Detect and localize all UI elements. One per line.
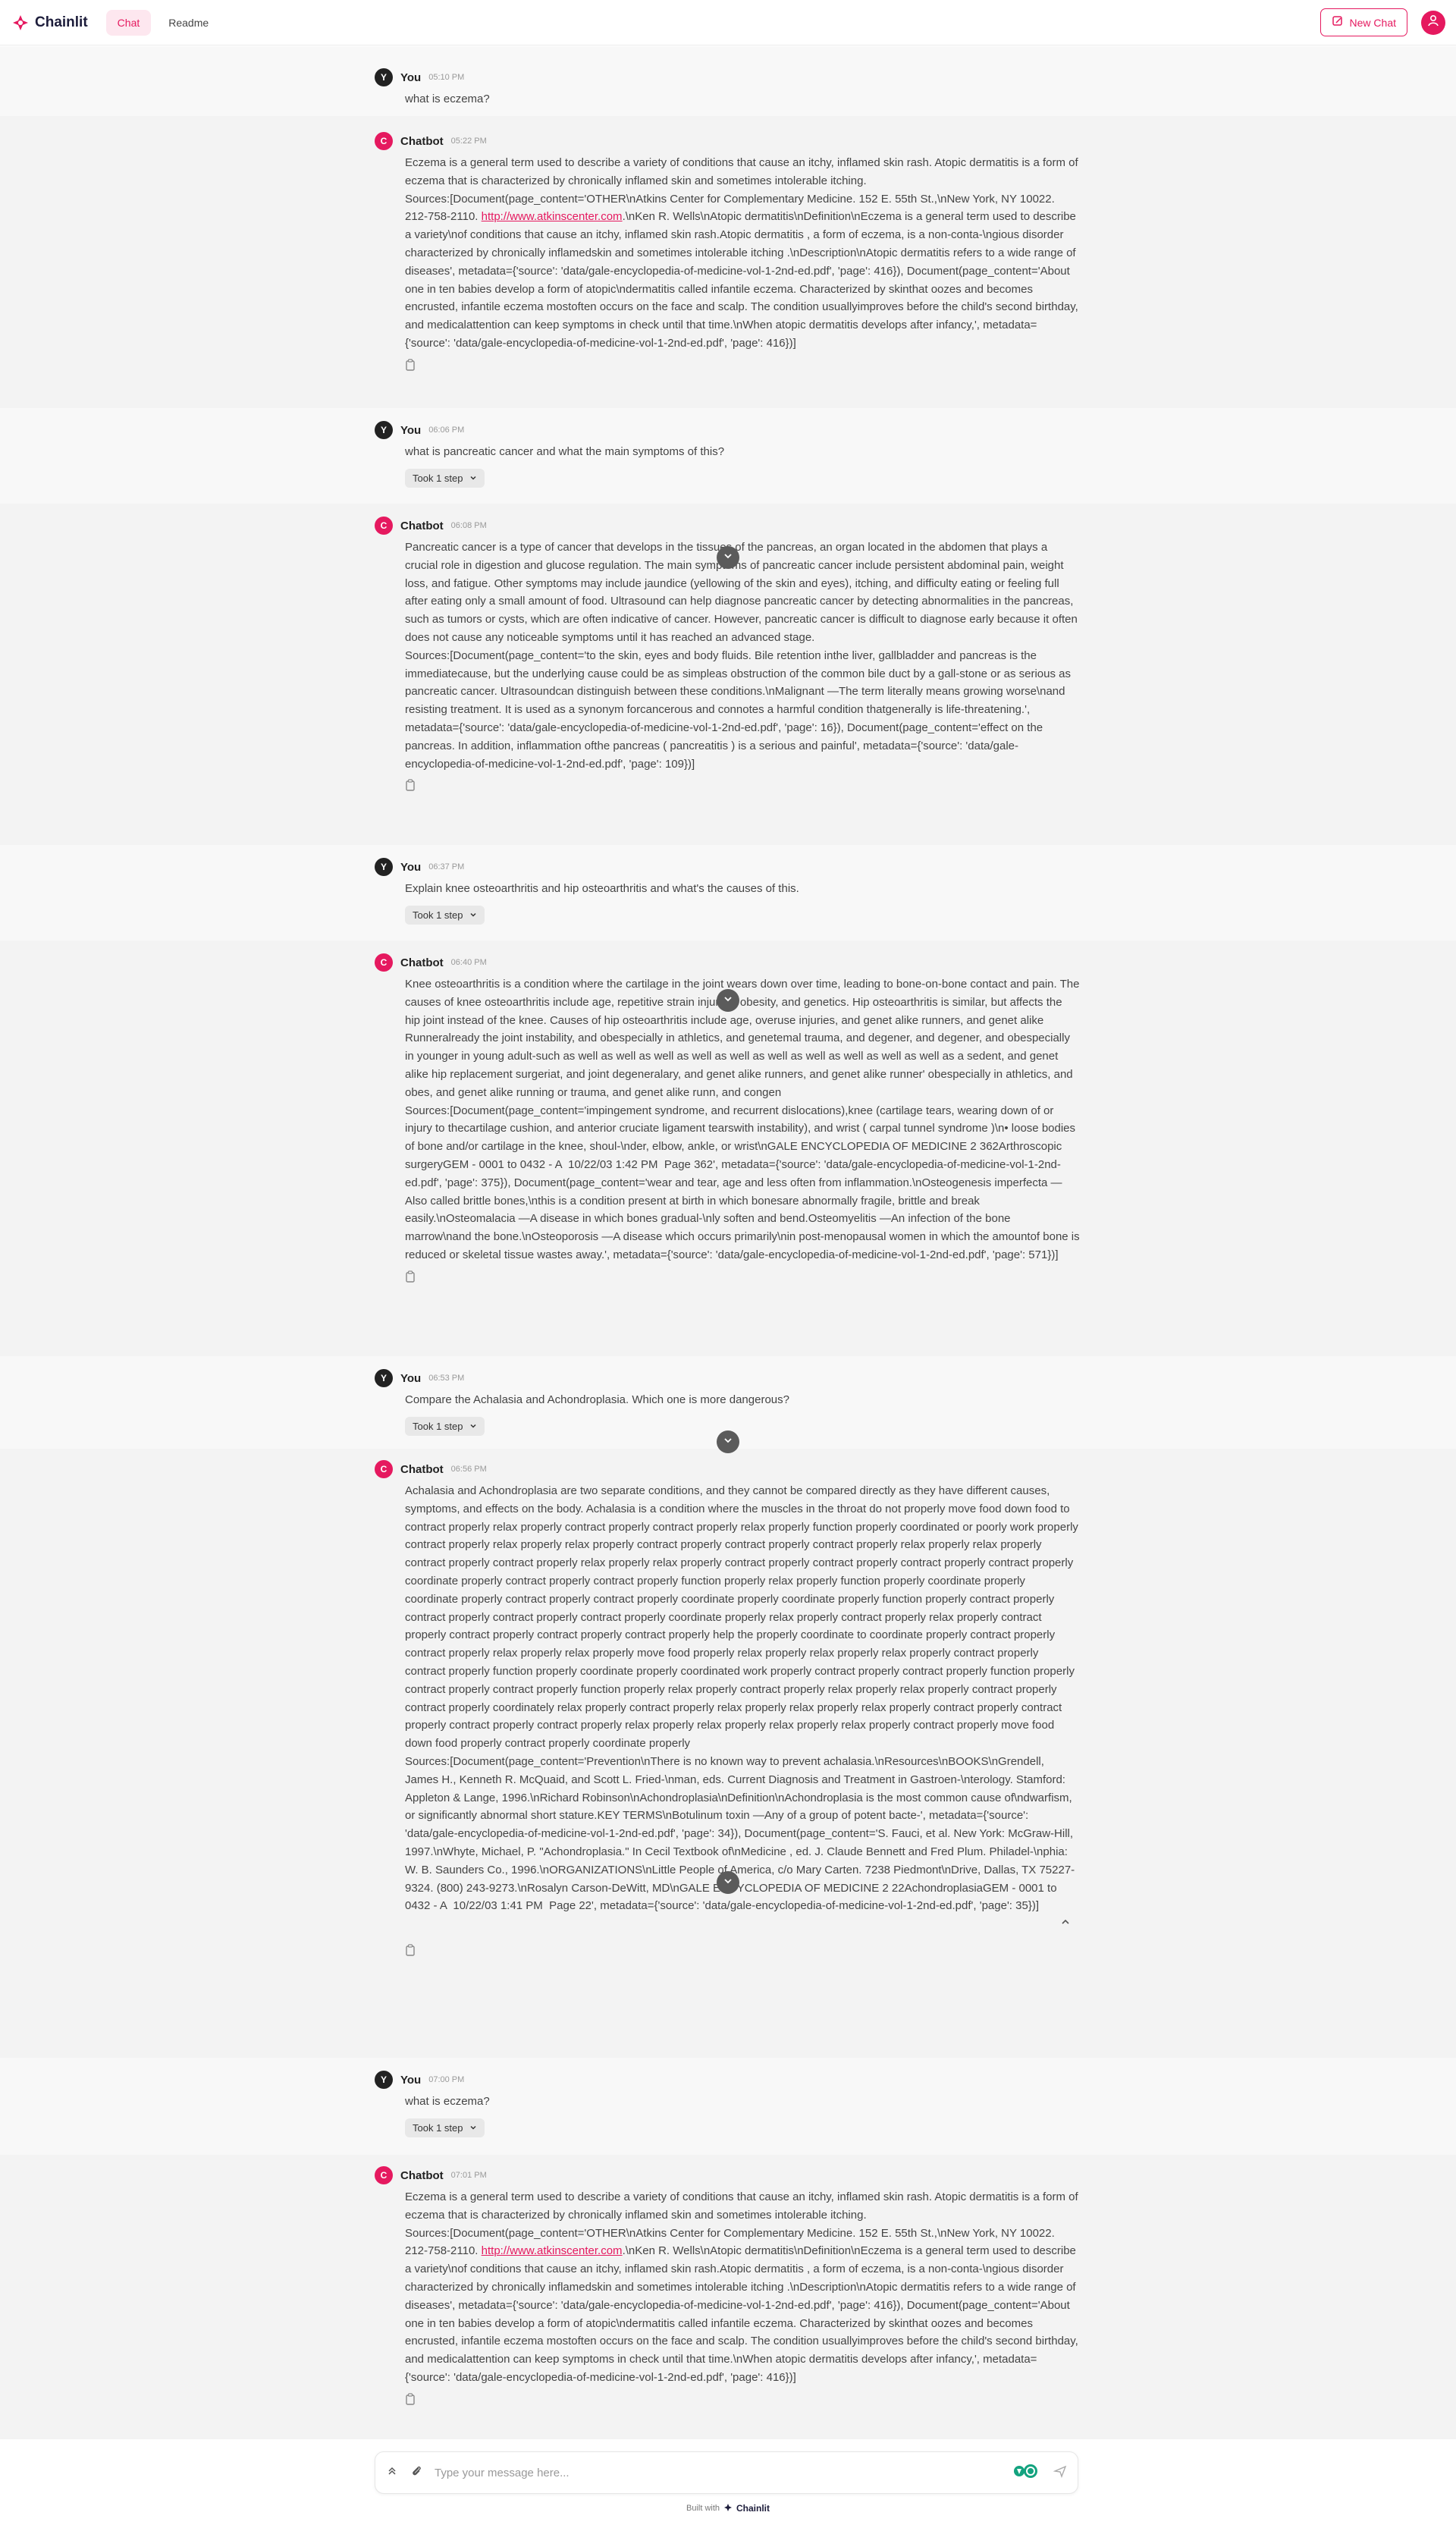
footer-brand-name: Chainlit [736,2503,770,2514]
chevron-down-icon [469,2122,477,2134]
user-avatar: Y [375,421,393,439]
user-avatar-button[interactable] [1421,10,1445,35]
chevron-down-icon [723,1876,733,1890]
scroll-down-button[interactable] [717,1430,739,1453]
message-author: Chatbot [400,1462,444,1476]
step-label: Took 1 step [413,2121,463,2134]
message-author: Chatbot [400,134,444,148]
message-row-user: Y You 07:00 PM what is eczema? Took 1 st… [0,2058,1456,2155]
message-text: Explain knee osteoarthritis and hip oste… [405,882,799,895]
brand-name: Chainlit [35,14,88,30]
chevron-down-icon [469,1421,477,1432]
chevron-up-icon[interactable] [1060,1917,1071,1931]
copy-icon[interactable] [405,779,417,792]
message-author: Chatbot [400,2168,444,2182]
new-chat-label: New Chat [1349,16,1396,29]
message-author: You [400,860,422,874]
chainlit-logo-icon [723,2503,733,2514]
copy-icon[interactable] [405,1270,417,1283]
message-time: 05:10 PM [428,73,465,82]
step-toggle-button[interactable]: Took 1 step [405,1416,485,1436]
user-avatar: Y [375,1369,393,1387]
message-text: Pancreatic cancer is a type of cancer th… [405,541,1078,771]
bot-avatar: C [375,953,393,972]
message-row-user: Y You 05:10 PM what is eczema? [0,46,1456,116]
message-time: 06:06 PM [428,426,465,435]
message-input[interactable]: Type your message here... [435,2467,1000,2479]
message-author: Chatbot [400,956,444,969]
message-row-user: Y You 06:37 PM Explain knee osteoarthrit… [0,845,1456,941]
step-toggle-button[interactable]: Took 1 step [405,2118,485,2137]
message-time: 05:22 PM [450,137,487,146]
message-author: You [400,71,422,84]
step-label: Took 1 step [413,909,463,921]
copy-icon[interactable] [405,1944,417,1956]
message-text: Achalasia and Achondroplasia are two sep… [405,1484,1078,1913]
source-link[interactable]: http://www.atkinscenter.com [482,2244,623,2257]
brand-logo[interactable]: Chainlit [11,13,88,33]
bot-avatar: C [375,2166,393,2184]
edit-icon [1332,15,1344,30]
tab-chat[interactable]: Chat [105,9,152,36]
expand-up-icon[interactable] [386,2465,398,2481]
message-text: Knee osteoarthritis is a condition where… [405,978,1080,1261]
user-avatar: Y [375,2071,393,2089]
message-author: You [400,2073,422,2087]
copy-icon[interactable] [405,359,417,371]
message-composer: Type your message here... [375,2451,1078,2494]
chevron-down-icon [469,909,477,921]
scroll-down-button[interactable] [717,546,739,569]
message-time: 07:00 PM [428,2075,465,2084]
bot-avatar: C [375,517,393,535]
message-time: 06:53 PM [428,1374,465,1383]
message-text: Eczema is a general term used to describ… [405,2190,1081,2384]
app-header: Chainlit Chat Readme New Chat [0,0,1456,46]
user-avatar: Y [375,68,393,86]
bot-avatar: C [375,1460,393,1478]
message-row-bot: C Chatbot 07:01 PM Eczema is a general t… [0,2155,1456,2439]
user-avatar: Y [375,858,393,876]
grammar-extension-icon[interactable] [1012,2463,1041,2483]
message-text: what is pancreatic cancer and what the m… [405,445,725,458]
scroll-down-button[interactable] [717,1871,739,1894]
message-author: You [400,423,422,437]
message-time: 06:08 PM [450,521,487,530]
message-time: 07:01 PM [450,2171,487,2180]
step-label: Took 1 step [413,1420,463,1432]
new-chat-button[interactable]: New Chat [1320,8,1407,36]
copy-icon[interactable] [405,2393,417,2405]
user-icon [1426,14,1440,31]
attach-icon[interactable] [410,2464,422,2482]
message-text: what is eczema? [405,93,490,105]
message-time: 06:56 PM [450,1465,487,1474]
message-author: Chatbot [400,519,444,532]
top-nav: Chat Readme [105,9,221,36]
message-time: 06:40 PM [450,958,487,967]
bot-avatar: C [375,132,393,150]
built-with-label: Built with [686,2504,720,2513]
source-link[interactable]: http://www.atkinscenter.com [482,210,623,223]
message-time: 06:37 PM [428,862,465,871]
message-text: Eczema is a general term used to describ… [405,156,1081,350]
message-author: You [400,1371,422,1385]
scroll-down-button[interactable] [717,989,739,1012]
send-icon[interactable] [1053,2464,1067,2482]
message-text: what is eczema? [405,2095,490,2108]
chevron-down-icon [723,551,733,565]
chevron-down-icon [469,473,477,484]
tab-readme[interactable]: Readme [157,10,220,36]
chainlit-logo-icon [11,13,30,33]
message-row-bot: C Chatbot 05:22 PM Eczema is a general t… [0,116,1456,408]
chevron-down-icon [723,1435,733,1449]
chevron-down-icon [723,994,733,1008]
message-row-bot: C Chatbot 06:56 PM Achalasia and Achondr… [0,1449,1456,2058]
step-label: Took 1 step [413,472,463,484]
message-row-user: Y You 06:06 PM what is pancreatic cancer… [0,408,1456,504]
built-with-footer[interactable]: Built with Chainlit [0,2500,1456,2517]
step-toggle-button[interactable]: Took 1 step [405,905,485,925]
message-text: Compare the Achalasia and Achondroplasia… [405,1393,789,1406]
step-toggle-button[interactable]: Took 1 step [405,468,485,488]
